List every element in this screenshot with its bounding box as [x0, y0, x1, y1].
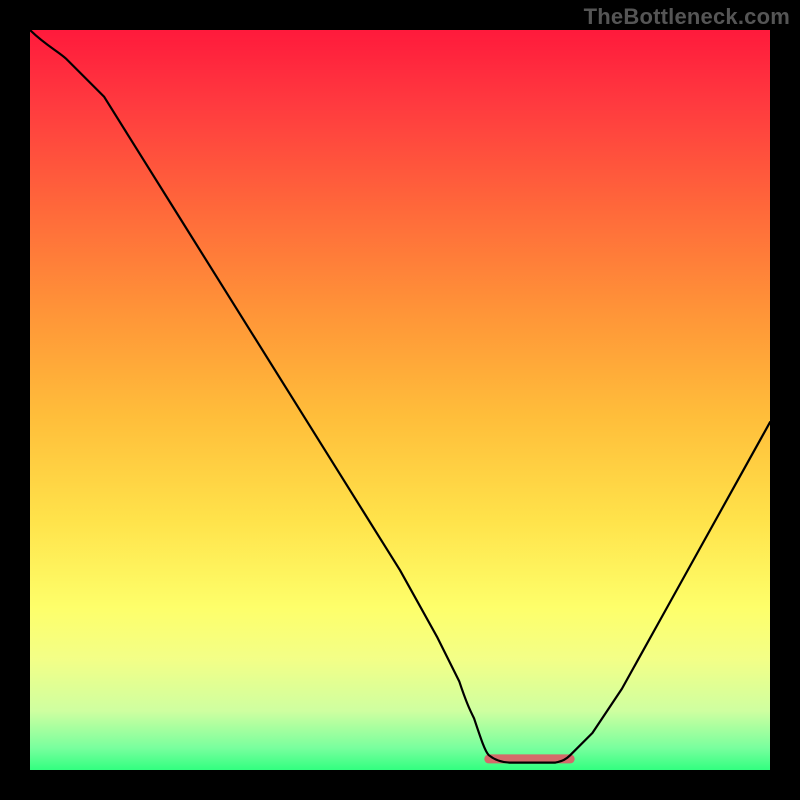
watermark-text: TheBottleneck.com	[584, 4, 790, 30]
chart-frame: TheBottleneck.com	[0, 0, 800, 800]
bottleneck-curve	[30, 30, 770, 763]
plot-area	[30, 30, 770, 770]
curve-svg	[30, 30, 770, 770]
